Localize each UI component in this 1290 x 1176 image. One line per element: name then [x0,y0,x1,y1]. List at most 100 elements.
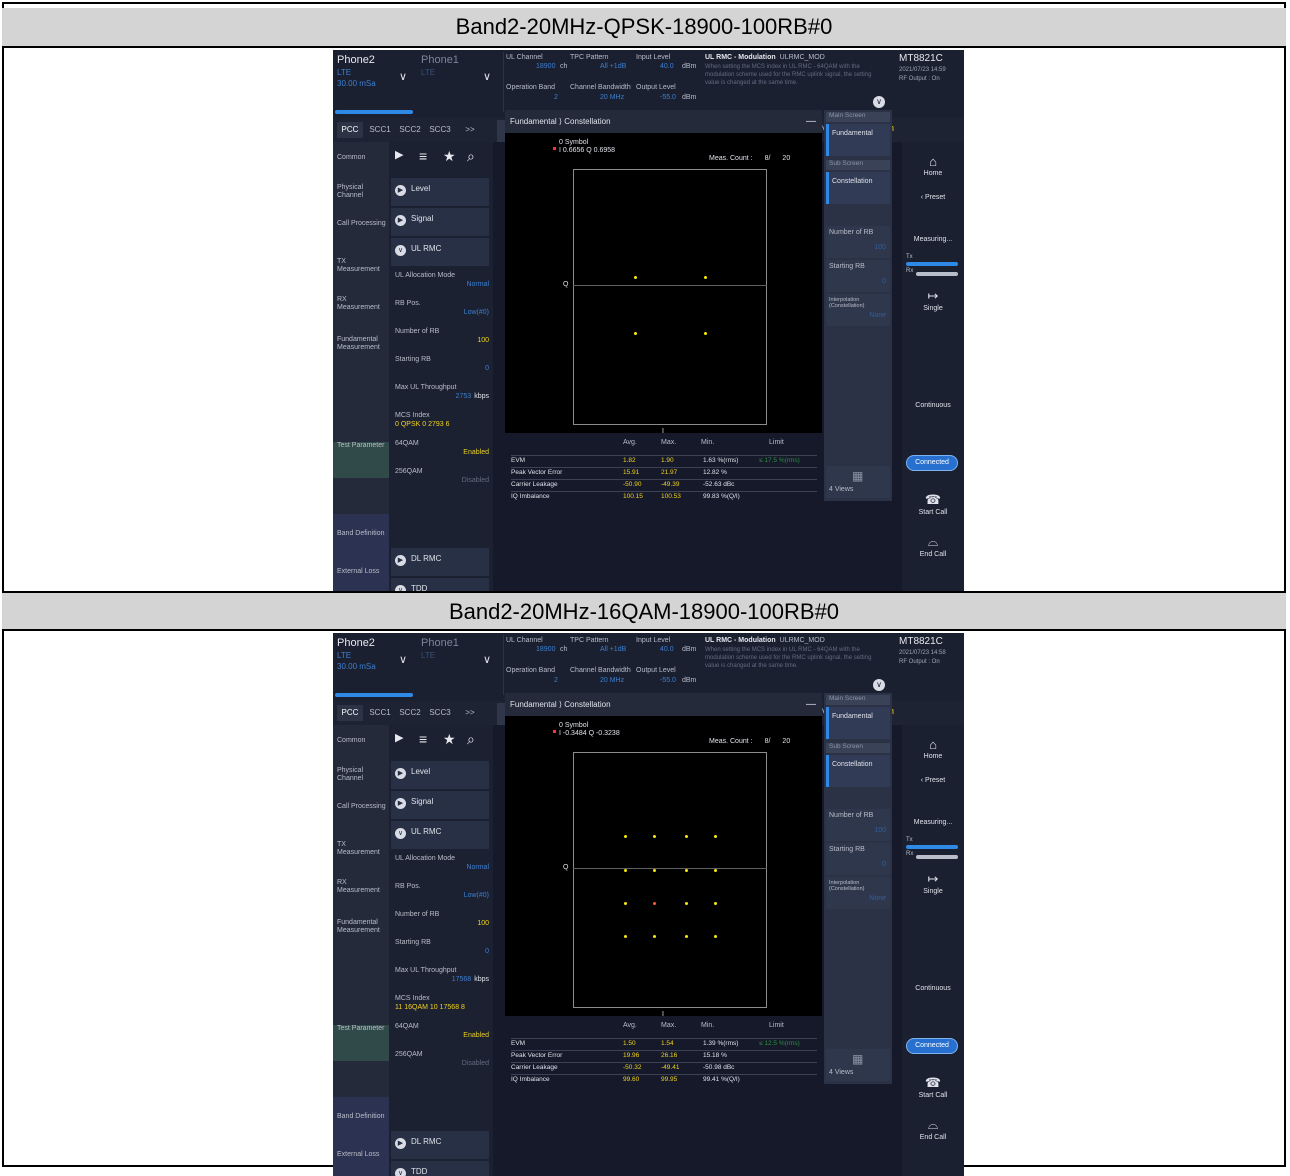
nav-item-2[interactable]: Call Processing [337,803,387,811]
signal-row[interactable]: ▶ Signal [391,208,489,236]
minimize-icon[interactable]: — [806,110,816,133]
qam64-item[interactable]: 64QAM Enabled [395,440,489,466]
rb-pos-item[interactable]: RB Pos. Low(#0) [395,300,489,326]
cc-tab-moremore[interactable]: >> [457,705,483,721]
number-of-rb-item[interactable]: Number of RB 100 [395,328,489,354]
qam256-item[interactable]: 256QAM Disabled [395,1051,489,1077]
nav-item-7[interactable]: Band Definition [337,530,387,538]
preset-button[interactable]: ‹ Preset [905,777,961,784]
nav-item-6[interactable]: Test Parameter [337,1025,387,1033]
qam256-item[interactable]: 256QAM Disabled [395,468,489,494]
nav-item-1[interactable]: Physical Channel [337,184,387,200]
interpolation[interactable]: Interpolation (Constellation) None [826,294,890,326]
chevron-down-icon[interactable]: ∨ [483,653,491,666]
channel-info[interactable]: UL Channel 18900 ch TPC Pattern All +1dB Inpu… [503,635,701,695]
search-icon[interactable]: ⌕ [467,731,475,748]
phone2-selector[interactable]: Phone2 LTE 30.00 mSa ∨ [333,633,413,695]
star-icon[interactable]: ★ [443,148,456,165]
single-button[interactable]: ↦ Single [905,871,961,895]
nav-item-5[interactable]: Fundamental Measurement [337,336,387,352]
home-button[interactable]: ⌂ Home [905,737,961,760]
nav-item-3[interactable]: TX Measurement [337,841,387,857]
interpolation[interactable]: Interpolation (Constellation) None [826,877,890,909]
cc-tab-pcc[interactable]: PCC [337,705,363,721]
phone2-selector[interactable]: Phone2 LTE 30.00 mSa ∨ [333,50,413,112]
end-call-button[interactable]: ⌓ End Call [905,534,961,558]
nav-item-5[interactable]: Fundamental Measurement [337,919,387,935]
constellation-button[interactable]: Constellation [826,755,890,787]
start-call-button[interactable]: ☎ Start Call [905,492,961,516]
home-button[interactable]: ⌂ Home [905,154,961,177]
channel-info[interactable]: UL Channel 18900 ch TPC Pattern All +1dB Inpu… [503,52,701,112]
level-row[interactable]: ▶ Level [391,178,489,206]
mcs-index-item[interactable]: MCS Index 11 16QAM 10 17568 8 [395,995,489,1021]
phone1-selector[interactable]: Phone1 LTE ∨ [417,50,497,112]
ul-rmc-row[interactable]: ∨ UL RMC [391,238,489,266]
max-ul-throughput-item[interactable]: Max UL Throughput 2753 kbps [395,384,489,410]
nav-item-4[interactable]: RX Measurement [337,296,387,312]
cc-tab-scc2[interactable]: SCC2 [397,705,423,721]
connected-status[interactable]: Connected [906,455,958,471]
views-button[interactable]: ▦ 4 Views [826,1049,890,1081]
cc-tab-scc3[interactable]: SCC3 [427,705,453,721]
rb-pos-item[interactable]: RB Pos. Low(#0) [395,883,489,909]
ul-rmc-row[interactable]: ∨ UL RMC [391,821,489,849]
r-number-of-rb[interactable]: Number of RB 100 [826,809,890,841]
fundamental-button[interactable]: Fundamental [826,707,890,739]
dl-rmc-row[interactable]: ▶ DL RMC [391,548,489,576]
nav-item-0[interactable]: Common [337,154,387,162]
max-ul-throughput-item[interactable]: Max UL Throughput 17568 kbps [395,967,489,993]
nav-item-8[interactable]: External Loss [337,568,387,576]
cc-tab-scc1[interactable]: SCC1 [367,705,393,721]
continuous-button[interactable]: Continuous [905,402,961,409]
ul-allocation-mode-item[interactable]: UL Allocation Mode Normal [395,855,489,881]
ul-allocation-mode-item[interactable]: UL Allocation Mode Normal [395,272,489,298]
chevron-down-icon[interactable]: ∨ [399,70,407,83]
starting-rb-item[interactable]: Starting RB 0 [395,939,489,965]
search-icon[interactable]: ⌕ [467,148,475,165]
phone1-selector[interactable]: Phone1 LTE ∨ [417,633,497,695]
level-row[interactable]: ▶ Level [391,761,489,789]
mcs-index-item[interactable]: MCS Index 0 QPSK 0 2793 6 [395,412,489,438]
collapse-icon[interactable]: ▶ [395,731,403,744]
list-icon[interactable]: ≡ [419,148,427,164]
dl-rmc-row[interactable]: ▶ DL RMC [391,1131,489,1159]
nav-item-3[interactable]: TX Measurement [337,258,387,274]
cc-tab-scc1[interactable]: SCC1 [367,122,393,138]
nav-item-1[interactable]: Physical Channel [337,767,387,783]
measuring-status[interactable]: Measuring... [905,819,961,826]
start-call-button[interactable]: ☎ Start Call [905,1075,961,1099]
single-button[interactable]: ↦ Single [905,288,961,312]
expand-down-icon[interactable]: ∨ [873,96,885,108]
qam64-item[interactable]: 64QAM Enabled [395,1023,489,1049]
signal-row[interactable]: ▶ Signal [391,791,489,819]
nav-item-6[interactable]: Test Parameter [337,442,387,450]
r-starting-rb[interactable]: Starting RB 0 [826,843,890,875]
nav-item-7[interactable]: Band Definition [337,1113,387,1121]
number-of-rb-item[interactable]: Number of RB 100 [395,911,489,937]
fundamental-button[interactable]: Fundamental [826,124,890,156]
nav-item-0[interactable]: Common [337,737,387,745]
preset-button[interactable]: ‹ Preset [905,194,961,201]
nav-item-8[interactable]: External Loss [337,1151,387,1159]
end-call-button[interactable]: ⌓ End Call [905,1117,961,1141]
chevron-down-icon[interactable]: ∨ [483,70,491,83]
expand-down-icon[interactable]: ∨ [873,679,885,691]
minimize-icon[interactable]: — [806,693,816,716]
collapse-icon[interactable]: ▶ [395,148,403,161]
measuring-status[interactable]: Measuring... [905,236,961,243]
cc-tab-moremore[interactable]: >> [457,122,483,138]
r-number-of-rb[interactable]: Number of RB 100 [826,226,890,258]
starting-rb-item[interactable]: Starting RB 0 [395,356,489,382]
cc-tab-scc2[interactable]: SCC2 [397,122,423,138]
chevron-down-icon[interactable]: ∨ [399,653,407,666]
star-icon[interactable]: ★ [443,731,456,748]
constellation-button[interactable]: Constellation [826,172,890,204]
cc-tab-pcc[interactable]: PCC [337,122,363,138]
nav-item-4[interactable]: RX Measurement [337,879,387,895]
list-icon[interactable]: ≡ [419,731,427,747]
continuous-button[interactable]: Continuous [905,985,961,992]
r-starting-rb[interactable]: Starting RB 0 [826,260,890,292]
cc-tab-scc3[interactable]: SCC3 [427,122,453,138]
connected-status[interactable]: Connected [906,1038,958,1054]
